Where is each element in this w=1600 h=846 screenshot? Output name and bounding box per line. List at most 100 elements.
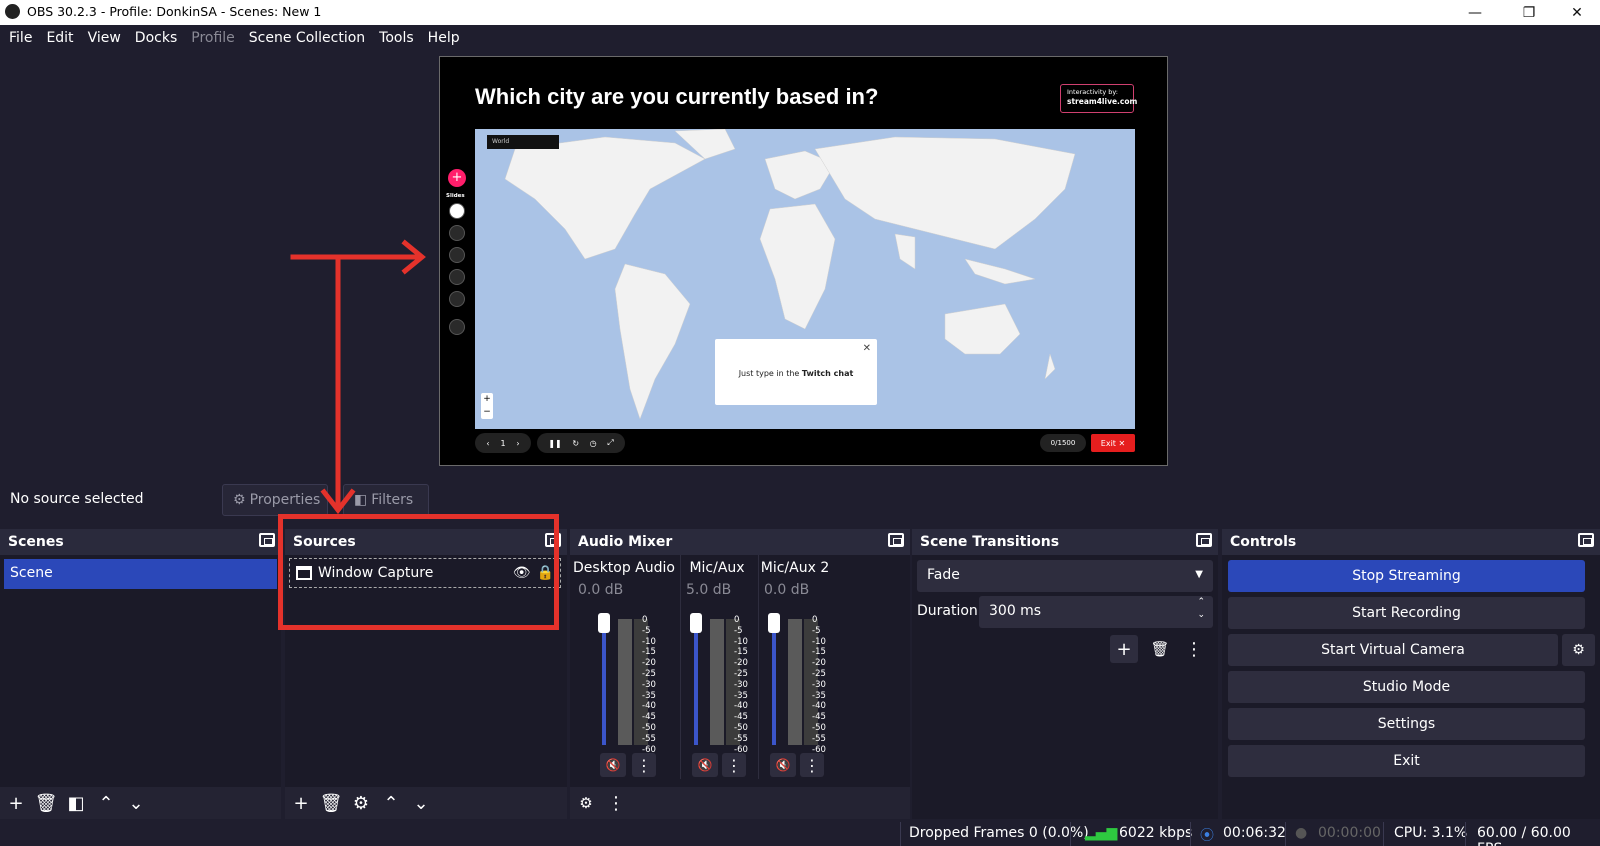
scene-filters-icon[interactable]: ◧ xyxy=(64,791,88,815)
filters-button[interactable]: ◧ Filters xyxy=(343,484,429,516)
menu-tools[interactable]: Tools xyxy=(372,30,421,46)
fullscreen-icon[interactable]: ⤢ xyxy=(607,438,613,448)
mute-speaker-icon[interactable]: 🔇 xyxy=(600,753,626,777)
minimize-button[interactable]: — xyxy=(1452,0,1498,25)
reset-icon[interactable]: ↻ xyxy=(572,439,579,448)
start-recording-button[interactable]: Start Recording xyxy=(1228,597,1585,629)
pause-icon[interactable]: ❚❚ xyxy=(548,439,561,448)
channel-menu-icon[interactable]: ⋮ xyxy=(632,753,656,777)
properties-button[interactable]: ⚙ Properties xyxy=(222,484,328,516)
menu-scene-collection[interactable]: Scene Collection xyxy=(242,30,372,46)
program-preview[interactable]: Which city are you currently based in? I… xyxy=(439,56,1168,466)
menu-bar: File Edit View Docks Profile Scene Colle… xyxy=(0,25,1600,50)
zoom-out-button[interactable]: − xyxy=(481,406,493,419)
duration-value: 300 ms xyxy=(989,603,1042,619)
world-map: World + − ✕ Just type in the Twitch chat xyxy=(475,129,1135,429)
menu-help[interactable]: Help xyxy=(421,30,467,46)
volume-slider-knob[interactable] xyxy=(598,613,610,633)
spin-down-icon[interactable]: ⌄ xyxy=(1197,610,1205,620)
source-properties-icon[interactable]: ⚙ xyxy=(349,791,373,815)
timer-icon[interactable]: ◷ xyxy=(590,439,597,448)
remove-scene-icon[interactable]: 🗑 xyxy=(34,791,58,815)
presentation-exit-button[interactable]: Exit ✕ xyxy=(1091,434,1135,452)
exit-button[interactable]: Exit xyxy=(1228,745,1585,777)
meter-scale: 0 -5 -10 -15 -20 -25 -30 -35 -40 -45 -50… xyxy=(734,615,748,755)
source-status: No source selected xyxy=(10,491,144,507)
remove-source-icon[interactable]: 🗑 xyxy=(319,791,343,815)
mute-speaker-icon[interactable]: 🔇 xyxy=(692,753,718,777)
scenes-title: Scenes xyxy=(8,534,64,550)
mixer-channel-mic-aux-2: Mic/Aux 2 0.0 dB 0 -5 -10 -15 -20 -25 -3… xyxy=(756,555,834,779)
filters-label: Filters xyxy=(371,492,414,508)
cpu-usage: CPU: 3.1% xyxy=(1394,825,1468,841)
restore-button[interactable]: ❐ xyxy=(1506,0,1552,25)
duration-spinbox[interactable]: 300 ms ⌃ ⌄ xyxy=(979,596,1213,628)
volume-slider-track[interactable] xyxy=(772,619,776,745)
undock-icon[interactable] xyxy=(888,533,904,547)
status-divider xyxy=(1070,822,1071,846)
status-divider xyxy=(1285,822,1286,846)
map-zoom-control[interactable]: + − xyxy=(481,393,493,419)
next-slide-icon[interactable]: › xyxy=(516,439,519,448)
slide-navigator[interactable]: ‹ 1 › xyxy=(475,433,531,453)
undock-icon[interactable] xyxy=(259,533,275,547)
popup-close-icon[interactable]: ✕ xyxy=(863,343,871,354)
menu-edit[interactable]: Edit xyxy=(39,30,80,46)
move-up-icon[interactable]: ⌃ xyxy=(94,791,118,815)
participant-count: 0/1500 xyxy=(1040,434,1086,452)
scene-transitions-title: Scene Transitions xyxy=(920,534,1060,550)
move-down-icon[interactable]: ⌄ xyxy=(124,791,148,815)
prev-slide-icon[interactable]: ‹ xyxy=(486,439,489,448)
scene-item[interactable]: Scene xyxy=(4,559,277,589)
map-region-select[interactable]: World xyxy=(487,135,559,149)
undock-icon[interactable] xyxy=(1196,533,1212,547)
slides-sidebar: + Slides xyxy=(446,169,468,349)
add-source-icon[interactable]: + xyxy=(289,791,313,815)
settings-button[interactable]: Settings xyxy=(1228,708,1585,740)
mixer-menu-icon[interactable]: ⋮ xyxy=(604,791,628,815)
undock-icon[interactable] xyxy=(1578,533,1594,547)
window-title: OBS 30.2.3 - Profile: DonkinSA - Scenes:… xyxy=(27,4,322,19)
spin-up-icon[interactable]: ⌃ xyxy=(1197,597,1205,607)
transition-select[interactable]: Fade ▼ xyxy=(917,560,1213,592)
channel-menu-icon[interactable]: ⋮ xyxy=(722,753,746,777)
add-scene-icon[interactable]: + xyxy=(4,791,28,815)
remove-transition-icon[interactable]: 🗑 xyxy=(1146,635,1174,663)
badge-label: Interactivity by: xyxy=(1067,88,1118,96)
transitions-body: Fade ▼ Duration 300 ms ⌃ ⌄ + 🗑 ⋮ xyxy=(912,555,1218,787)
slide-number: 1 xyxy=(500,438,506,448)
move-up-icon[interactable]: ⌃ xyxy=(379,791,403,815)
volume-slider-knob[interactable] xyxy=(768,613,780,633)
stream-time: 00:06:32 xyxy=(1223,825,1286,841)
menu-view[interactable]: View xyxy=(81,30,128,46)
add-transition-icon[interactable]: + xyxy=(1110,635,1138,663)
playback-controls[interactable]: ❚❚ ↻ ◷ ⤢ xyxy=(537,433,625,453)
status-divider xyxy=(1190,822,1191,846)
fps: 60.00 / 60.00 FPS xyxy=(1477,825,1571,846)
zoom-in-button[interactable]: + xyxy=(481,393,493,406)
move-down-icon[interactable]: ⌄ xyxy=(409,791,433,815)
menu-docks[interactable]: Docks xyxy=(128,30,184,46)
menu-profile[interactable]: Profile xyxy=(184,30,242,46)
gear-icon: ⚙ xyxy=(233,492,246,508)
bar-chart-icon xyxy=(449,269,465,285)
poll-question: Which city are you currently based in? xyxy=(475,84,879,109)
transition-menu-icon[interactable]: ⋮ xyxy=(1180,635,1208,663)
stop-streaming-button[interactable]: Stop Streaming xyxy=(1228,560,1585,592)
channel-db: 0.0 dB xyxy=(764,582,810,598)
transition-value: Fade xyxy=(927,567,960,583)
slides-label: Slides xyxy=(446,193,465,199)
volume-slider-knob[interactable] xyxy=(690,613,702,633)
mute-speaker-icon[interactable]: 🔇 xyxy=(770,753,796,777)
studio-mode-button[interactable]: Studio Mode xyxy=(1228,671,1585,703)
dropped-frames: Dropped Frames 0 (0.0%) xyxy=(909,825,1089,841)
close-button[interactable]: ✕ xyxy=(1554,0,1600,25)
advanced-audio-gear-icon[interactable]: ⚙ xyxy=(574,791,598,815)
volume-slider-track[interactable] xyxy=(602,619,606,745)
volume-slider-track[interactable] xyxy=(694,619,698,745)
channel-menu-icon[interactable]: ⋮ xyxy=(800,753,824,777)
duration-label: Duration xyxy=(917,603,978,619)
start-virtual-camera-button[interactable]: Start Virtual Camera xyxy=(1228,634,1558,666)
menu-file[interactable]: File xyxy=(2,30,39,46)
virtual-camera-settings-gear-icon[interactable]: ⚙ xyxy=(1562,634,1595,666)
